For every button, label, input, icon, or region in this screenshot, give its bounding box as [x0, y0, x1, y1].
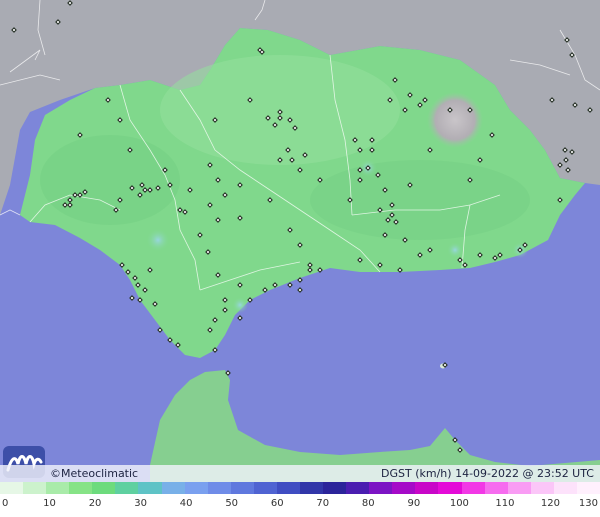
legend-label: 40 [179, 498, 193, 509]
legend-label: 110 [495, 498, 515, 509]
legend-label: 10 [43, 498, 56, 509]
legend-swatch [300, 482, 324, 494]
legend-swatch [415, 482, 439, 494]
legend-label: 120 [540, 498, 560, 509]
mountain-area [427, 92, 483, 148]
legend-labels: 0 10 20 30 40 50 60 70 80 90 100 110 120 130 [0, 498, 600, 514]
calm-spot [232, 297, 248, 313]
legend-swatch [23, 482, 47, 494]
legend-swatch [461, 482, 485, 494]
legend-color-bar [0, 482, 600, 494]
legend-swatch [46, 482, 70, 494]
legend-swatch [530, 482, 554, 494]
legend-label: 70 [316, 498, 330, 509]
legend-swatch [576, 482, 600, 494]
legend-swatch [507, 482, 531, 494]
brand-label: ©Meteoclimatic [50, 467, 139, 480]
calm-spot [146, 228, 170, 252]
legend-swatch [138, 482, 162, 494]
legend-label: 60 [270, 498, 284, 509]
legend-swatch [230, 482, 254, 494]
legend-swatch [184, 482, 208, 494]
legend-label: 30 [134, 498, 147, 509]
legend-swatch [92, 482, 116, 494]
legend-label: 50 [225, 498, 239, 509]
inland-highlight [310, 160, 530, 240]
legend-label: 80 [361, 498, 375, 509]
legend-swatch [0, 482, 24, 494]
legend-swatch [115, 482, 139, 494]
legend-swatch [253, 482, 277, 494]
legend-swatch [323, 482, 347, 494]
legend-swatch [346, 482, 370, 494]
legend-swatch [553, 482, 577, 494]
legend-swatch [207, 482, 231, 494]
legend-label: 0 [2, 498, 9, 509]
legend-label: 130 [578, 498, 598, 509]
calm-spot [447, 242, 463, 258]
product-label: DGST (km/h) 14-09-2022 @ 23:52 UTC [381, 467, 594, 480]
legend-swatch [69, 482, 93, 494]
legend-label: 100 [449, 498, 469, 509]
legend-swatch [276, 482, 301, 494]
legend-label: 90 [407, 498, 421, 509]
inland-highlight [40, 135, 180, 225]
legend-swatch [484, 482, 508, 494]
color-legend: 0 10 20 30 40 50 60 70 80 90 100 110 120 130 [0, 482, 600, 517]
legend-swatch [369, 482, 393, 494]
wind-gust-map [0, 0, 600, 482]
legend-swatch [392, 482, 416, 494]
legend-label: 20 [88, 498, 102, 509]
map-viewport: ©Meteoclimatic DGST (km/h) 14-09-2022 @ … [0, 0, 600, 517]
legend-swatch [438, 482, 462, 494]
legend-swatch [161, 482, 185, 494]
